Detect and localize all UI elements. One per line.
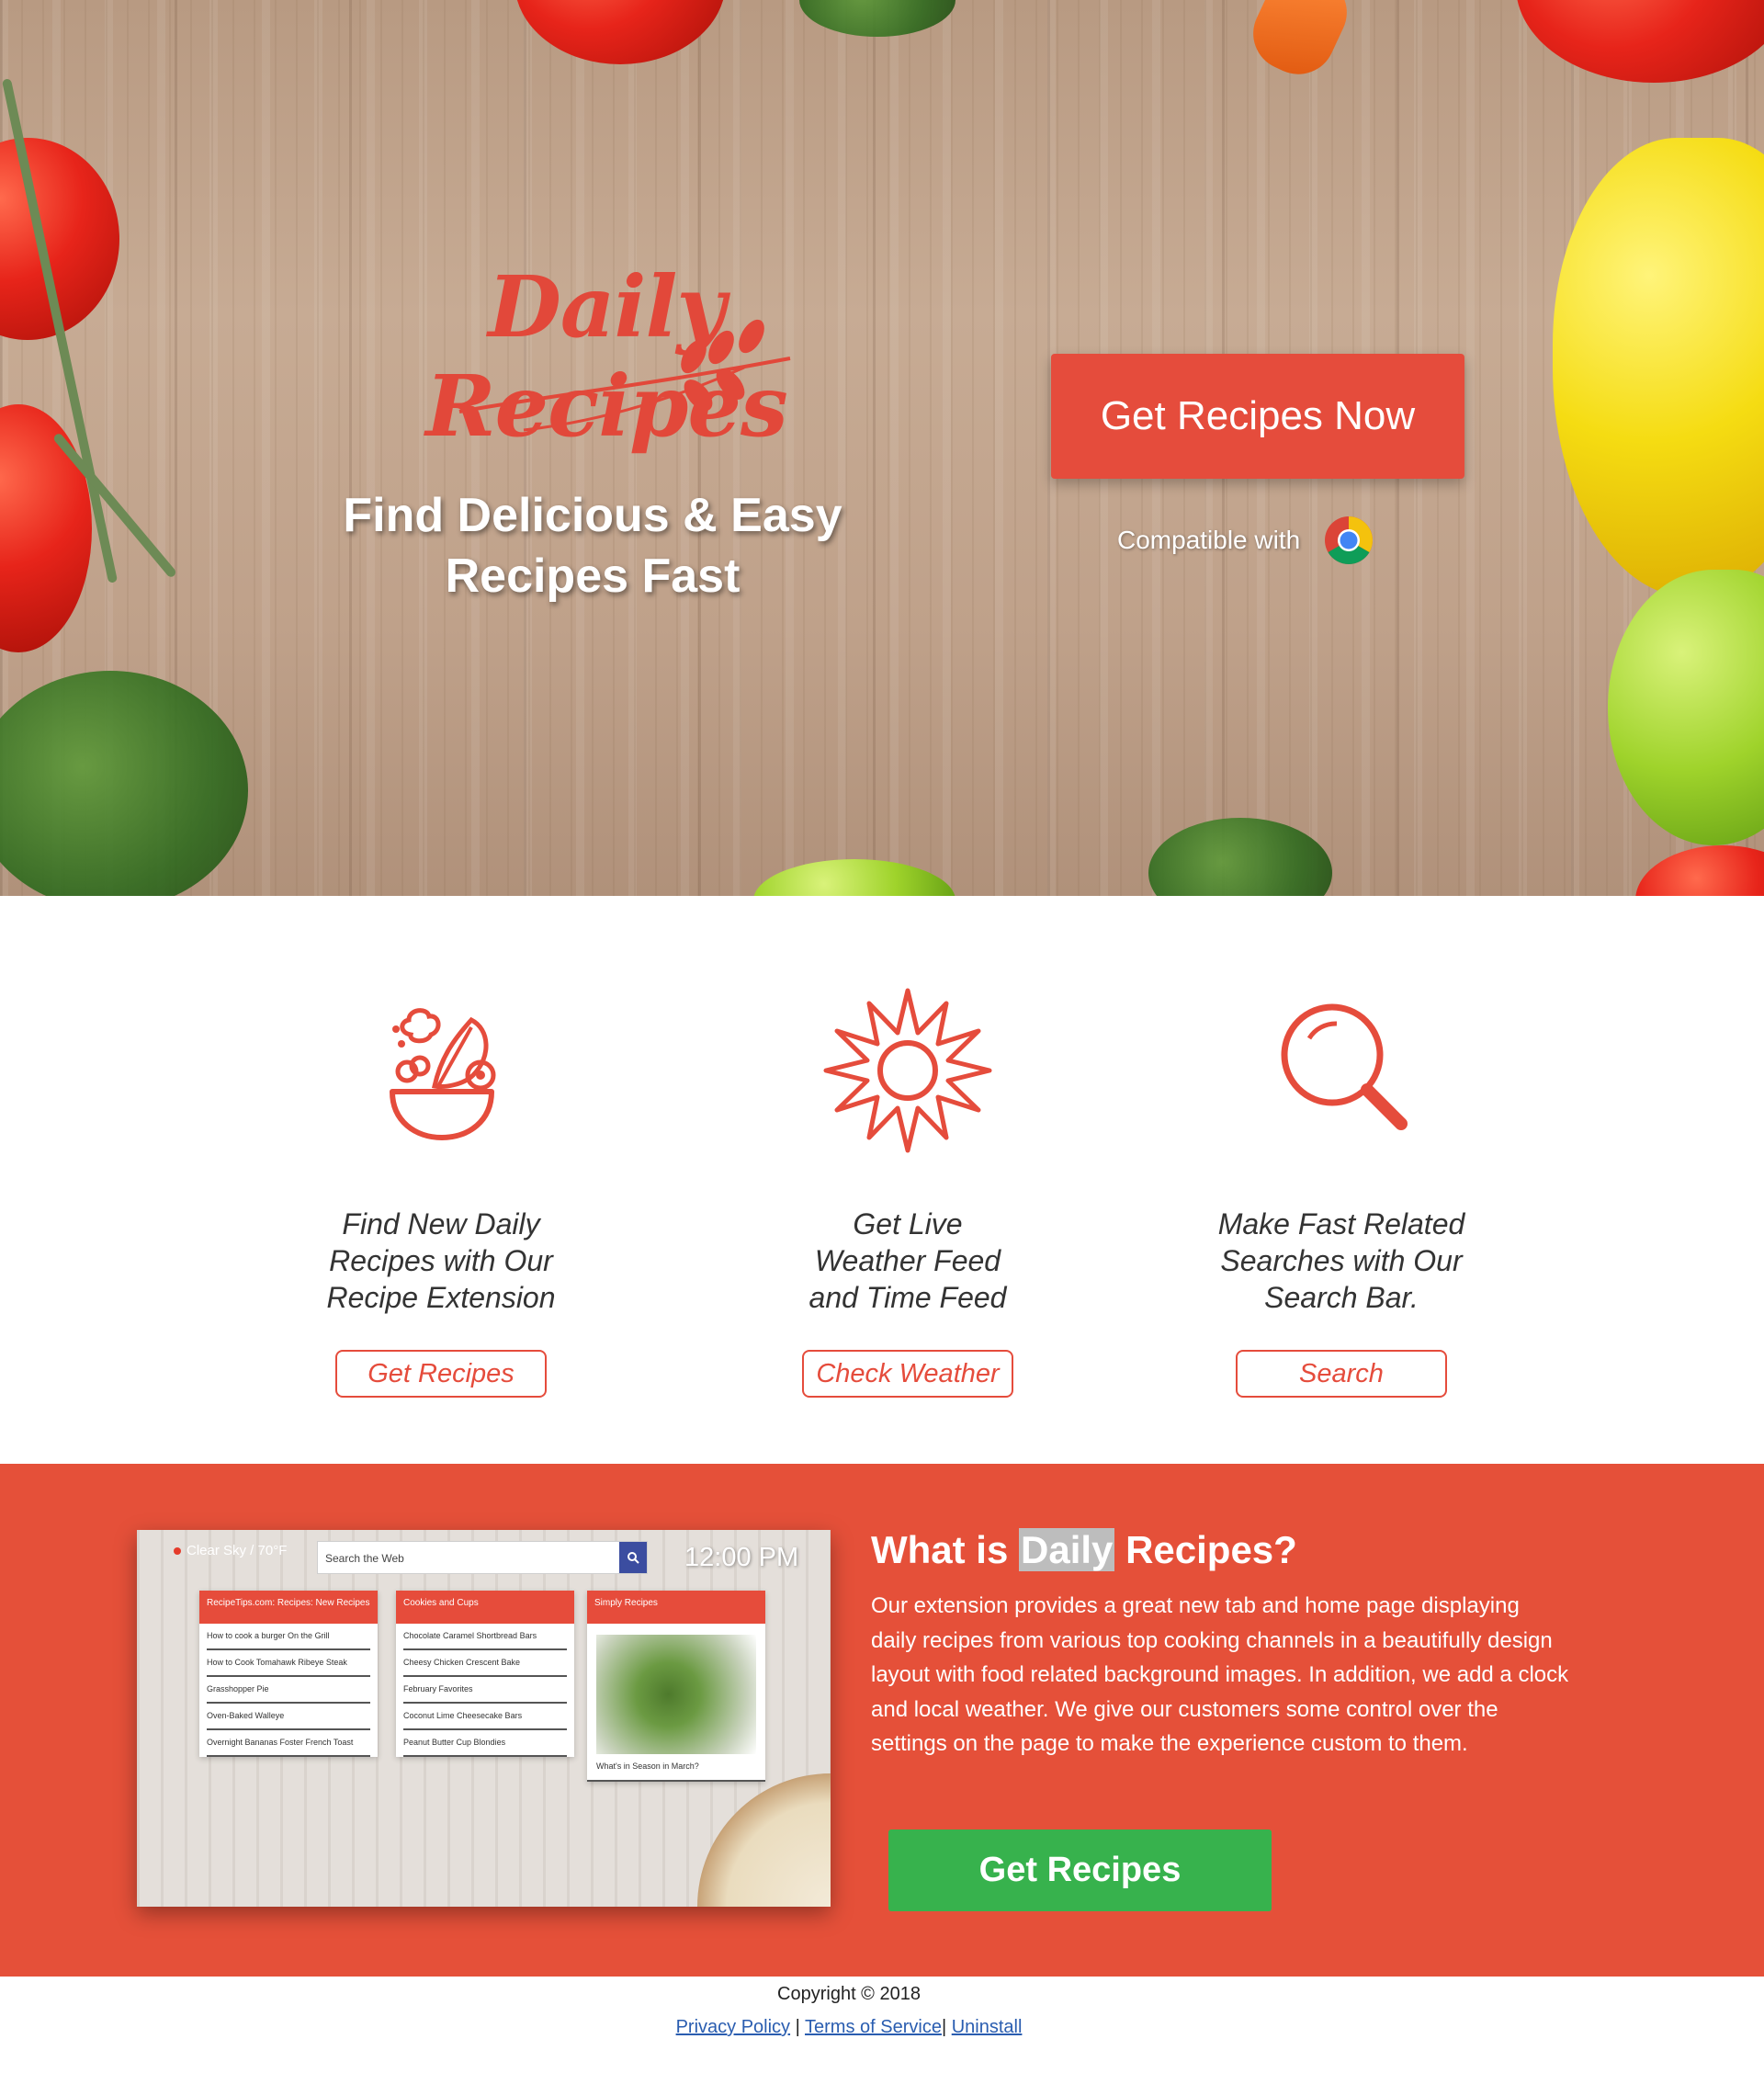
- check-weather-button[interactable]: Check Weather: [802, 1350, 1013, 1398]
- feature-line: Get Live: [853, 1207, 963, 1240]
- sun-icon: [823, 988, 992, 1153]
- search-feature-button[interactable]: Search: [1236, 1350, 1447, 1398]
- tomato-image: [1516, 0, 1764, 83]
- feature-line: Recipe Extension: [326, 1281, 556, 1314]
- preview-card-caption: What's in Season in March?: [587, 1758, 765, 1782]
- herb-image: [1148, 818, 1332, 896]
- features-section: Find New Daily Recipes with Our Recipe E…: [0, 896, 1764, 1464]
- herb-image: [0, 671, 248, 896]
- about-title: What is Daily Recipes?: [871, 1528, 1297, 1572]
- bread-image: [697, 1773, 831, 1907]
- about-title-post: Recipes?: [1114, 1528, 1297, 1571]
- preview-search-bar: Search the Web: [317, 1541, 648, 1574]
- tagline-line-1: Find Delicious & Easy: [343, 489, 842, 542]
- feature-description: Make Fast Related Searches with Our Sear…: [1194, 1206, 1488, 1320]
- preview-card-title: Simply Recipes: [587, 1591, 765, 1624]
- yellow-pepper-image: [1553, 138, 1764, 597]
- preview-weather-text: Clear Sky / 70°F: [187, 1543, 288, 1558]
- chrome-icon: [1325, 516, 1374, 564]
- about-body: Our extension provides a great new tab a…: [871, 1593, 1569, 1756]
- feature-description: Find New Daily Recipes with Our Recipe E…: [294, 1206, 588, 1320]
- preview-card-item: Chocolate Caramel Shortbread Bars: [403, 1624, 567, 1650]
- hero-section: Daily Recipes Find Delicious & Easy Reci…: [0, 0, 1764, 896]
- preview-card-title: RecipeTips.com: Recipes: New Recipes: [199, 1591, 378, 1624]
- about-section: Clear Sky / 70°F Search the Web 12:00 PM…: [0, 1464, 1764, 1977]
- feature-line: Recipes with Our: [329, 1244, 553, 1277]
- feature-line: Search Bar.: [1264, 1281, 1419, 1314]
- preview-card: Cookies and Cups Chocolate Caramel Short…: [396, 1591, 574, 1757]
- feature-weather: Get Live Weather Feed and Time Feed Chec…: [761, 983, 1055, 1398]
- footer-separator: |: [790, 2017, 806, 2037]
- preview-card-item: Overnight Bananas Foster French Toast: [207, 1730, 370, 1757]
- preview-card-item: Cheesy Chicken Crescent Bake: [403, 1650, 567, 1677]
- preview-card: Simply Recipes What's in Season in March…: [587, 1591, 765, 1782]
- preview-card-item: Peanut Butter Cup Blondies: [403, 1730, 567, 1757]
- salad-bowl-icon: [390, 1008, 496, 1140]
- feature-line: Make Fast Related: [1217, 1207, 1465, 1240]
- extension-preview-screenshot: Clear Sky / 70°F Search the Web 12:00 PM…: [137, 1530, 831, 1907]
- preview-clock: 12:00 PM: [684, 1543, 799, 1572]
- about-title-pre: What is: [871, 1528, 1020, 1571]
- magnifier-icon: [1281, 1003, 1408, 1130]
- herb-image: [799, 0, 956, 37]
- preview-card-item: How to cook a burger On the Grill: [207, 1624, 370, 1650]
- feature-search: Make Fast Related Searches with Our Sear…: [1194, 983, 1488, 1398]
- preview-card-item: Coconut Lime Cheesecake Bars: [403, 1704, 567, 1730]
- uninstall-link[interactable]: Uninstall: [952, 2017, 1023, 2037]
- terms-of-service-link[interactable]: Terms of Service: [805, 2017, 942, 2037]
- preview-card-item: February Favorites: [403, 1677, 567, 1704]
- feature-line: Find New Daily: [342, 1207, 540, 1240]
- hero-tagline: Find Delicious & Easy Recipes Fast: [312, 485, 873, 606]
- feature-line: and Time Feed: [808, 1281, 1007, 1314]
- daily-recipes-logo: Daily Recipes: [312, 248, 900, 469]
- footer-separator: |: [941, 2017, 952, 2037]
- preview-card-item: How to Cook Tomahawk Ribeye Steak: [207, 1650, 370, 1677]
- preview-search-icon: [619, 1542, 647, 1573]
- preview-card: RecipeTips.com: Recipes: New Recipes How…: [199, 1591, 378, 1757]
- logo-leaf-flourish-icon: [458, 319, 791, 432]
- preview-card-item: Grasshopper Pie: [207, 1677, 370, 1704]
- about-title-highlight: Daily: [1019, 1528, 1115, 1571]
- copyright: Copyright © 2018: [777, 1984, 921, 2004]
- green-pepper-image: [753, 859, 956, 896]
- preview-card-item: Oven-Baked Walleye: [207, 1704, 370, 1730]
- tomato-image: [1635, 845, 1764, 896]
- green-pepper-image: [1608, 570, 1764, 845]
- tagline-line-2: Recipes Fast: [445, 549, 741, 603]
- footer: Copyright © 2018 Privacy Policy | Terms …: [0, 1977, 1764, 2073]
- feature-line: Weather Feed: [814, 1244, 1001, 1277]
- compatible-label: Compatible with: [1117, 526, 1301, 554]
- feature-recipes: Find New Daily Recipes with Our Recipe E…: [294, 983, 588, 1398]
- privacy-policy-link[interactable]: Privacy Policy: [676, 2017, 790, 2037]
- feature-description: Get Live Weather Feed and Time Feed: [761, 1206, 1055, 1320]
- footer-links: Privacy Policy | Terms of Service| Unins…: [0, 2017, 1698, 2038]
- tomato-image: [514, 0, 726, 64]
- preview-card-photo: [596, 1635, 756, 1754]
- get-recipes-now-button[interactable]: Get Recipes Now: [1051, 354, 1464, 479]
- get-recipes-feature-button[interactable]: Get Recipes: [335, 1350, 547, 1398]
- get-recipes-cta-button[interactable]: Get Recipes: [888, 1829, 1272, 1911]
- compatibility-note: Compatible with: [1117, 515, 1374, 566]
- preview-weather: Clear Sky / 70°F: [174, 1543, 287, 1558]
- preview-search-placeholder: Search the Web: [325, 1552, 404, 1565]
- feature-line: Searches with Our: [1220, 1244, 1463, 1277]
- preview-card-title: Cookies and Cups: [396, 1591, 574, 1624]
- carrot-image: [1240, 0, 1360, 86]
- weather-dot-icon: [174, 1546, 181, 1555]
